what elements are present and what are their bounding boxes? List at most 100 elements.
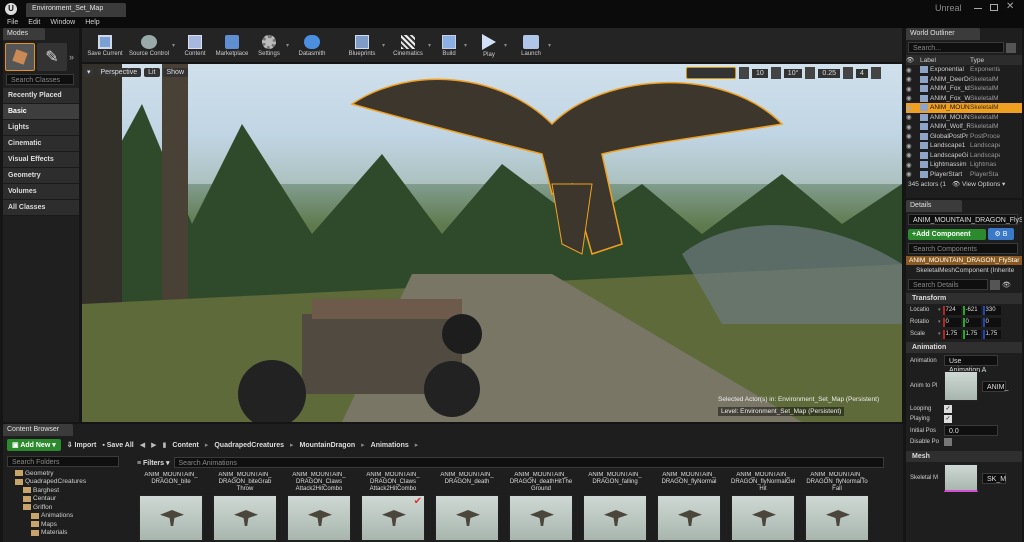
outliner-options-icon[interactable]: [1006, 42, 1016, 53]
asset-tile[interactable]: ANIM_MOUNTAIN_ DRAGON_flyNormalTo Fall: [805, 472, 869, 541]
perspective-button[interactable]: Perspective: [96, 67, 142, 77]
disable-post-checkbox[interactable]: [944, 438, 952, 446]
visibility-eye-icon[interactable]: ◉: [906, 123, 920, 131]
mesh-section[interactable]: Mesh: [906, 451, 1022, 462]
back-arrow-icon[interactable]: ◀: [140, 441, 145, 449]
grid-snap-icon[interactable]: [739, 67, 749, 79]
source-control-button[interactable]: Source Control: [126, 33, 172, 57]
search-details-input[interactable]: Search Details: [908, 279, 988, 290]
folder-item[interactable]: Maps: [7, 520, 133, 529]
visibility-eye-icon[interactable]: ◉: [906, 75, 920, 83]
asset-tile[interactable]: ANIM_MOUNTAIN_ DRAGON_death: [435, 472, 499, 541]
asset-tile[interactable]: ANIM_MOUNTAIN_ DRAGON_biteGrab Throw: [213, 472, 277, 541]
menu-help[interactable]: Help: [85, 19, 99, 26]
modes-tab[interactable]: Modes: [3, 28, 45, 40]
animation-mode-select[interactable]: Use Animation A: [944, 355, 998, 374]
anim-thumbnail[interactable]: [944, 371, 978, 401]
lit-button[interactable]: Lit: [144, 67, 160, 77]
outliner-row[interactable]: ◉ ANIM_MOUN SkeletalM: [906, 113, 1022, 123]
visibility-eye-icon[interactable]: ◉: [906, 170, 920, 178]
outliner-row[interactable]: ◉ ANIM_Fox_W SkeletalM: [906, 94, 1022, 104]
category-cinematic[interactable]: Cinematic: [3, 136, 79, 152]
category-basic[interactable]: Basic: [3, 104, 79, 120]
scale-snap-value[interactable]: 0.25: [818, 68, 841, 78]
scale-field-1[interactable]: 1.75: [962, 329, 981, 339]
folder-item[interactable]: QuadrapedCreatures: [7, 478, 133, 487]
category-volumes[interactable]: Volumes: [3, 184, 79, 200]
content-browser-tab[interactable]: Content Browser: [3, 424, 73, 436]
outliner-row[interactable]: ◉ Lightmassim Lightmas: [906, 160, 1022, 170]
outliner-row[interactable]: ◉ PlayerStart PlayerSta: [906, 170, 1022, 180]
animation-section[interactable]: Animation: [906, 342, 1022, 353]
category-all-classes[interactable]: All Classes: [3, 200, 79, 216]
place-mode-icon[interactable]: [5, 43, 35, 71]
outliner-row[interactable]: ◉ ANIM_Wolf_R SkeletalM: [906, 122, 1022, 132]
save-all-button[interactable]: ▪ Save All: [102, 442, 133, 449]
expand-modes-icon[interactable]: »: [69, 52, 74, 62]
map-tab[interactable]: Environment_Set_Map: [26, 3, 126, 17]
path-animations[interactable]: Animations: [371, 442, 409, 449]
viewport-options-button[interactable]: ▾: [84, 67, 94, 77]
search-classes-input[interactable]: Search Classes: [6, 74, 74, 85]
outliner-row[interactable]: ◉ ANIM_DeerDo SkeletalM: [906, 75, 1022, 85]
transform-mode-icons[interactable]: [686, 67, 736, 79]
maximize-button[interactable]: [990, 4, 998, 11]
location-field-0[interactable]: 724: [942, 305, 961, 315]
outliner-col-type[interactable]: Type: [970, 57, 1010, 64]
datasmith-button[interactable]: Datasmith: [292, 33, 332, 57]
folder-item[interactable]: Animations: [7, 512, 133, 521]
asset-tile[interactable]: ANIM_MOUNTAIN_ DRAGON_deathHitThe Ground: [509, 472, 573, 541]
property-matrix-icon[interactable]: [990, 279, 1000, 290]
close-button[interactable]: ✕: [1006, 1, 1014, 12]
playing-checkbox[interactable]: ✓: [944, 415, 952, 423]
cinematics-button[interactable]: Cinematics: [388, 33, 428, 57]
view-options-button[interactable]: 👁 View Options ▾: [952, 180, 1005, 188]
play-dropdown-icon[interactable]: ▾: [504, 42, 514, 49]
visibility-eye-icon[interactable]: ◉: [906, 85, 920, 93]
visibility-eye-icon[interactable]: ◉: [906, 132, 920, 140]
outliner-row[interactable]: ◉ Exponential Exponentia: [906, 65, 1022, 75]
search-components-input[interactable]: Search Components: [908, 243, 1018, 254]
location-field-1[interactable]: -621: [962, 305, 981, 315]
visibility-eye-icon[interactable]: ◉: [906, 66, 920, 74]
filters-button[interactable]: ≡ Filters ▾: [137, 459, 170, 467]
folder-item[interactable]: Geometry: [7, 469, 133, 478]
save-current-button[interactable]: Save Current: [84, 33, 126, 57]
level-viewport[interactable]: ▾ Perspective Lit Show 10 10° 0.25 4 Sel…: [82, 64, 902, 422]
location-field-2[interactable]: 330: [982, 305, 1001, 315]
category-visual-effects[interactable]: Visual Effects: [3, 152, 79, 168]
visibility-eye-icon[interactable]: ◉: [906, 113, 920, 121]
rotation-field-2[interactable]: 0: [982, 317, 1001, 327]
rotation-field-1[interactable]: 0: [962, 317, 981, 327]
import-button[interactable]: ⇩ Import: [67, 441, 97, 449]
outliner-col-label[interactable]: Label: [920, 57, 970, 64]
scale-snap-icon[interactable]: [805, 67, 816, 79]
asset-tile[interactable]: ANIM_MOUNTAIN_ DRAGON_flyNormal: [657, 472, 721, 541]
path-mountaindragon[interactable]: MountainDragon: [300, 442, 356, 449]
category-lights[interactable]: Lights: [3, 120, 79, 136]
category-geometry[interactable]: Geometry: [3, 168, 79, 184]
component-child[interactable]: SkeletalMeshComponent (Inherite: [906, 265, 1022, 276]
anim-to-play-select[interactable]: ANIM_: [982, 380, 1008, 392]
search-folders-input[interactable]: Search Folders: [7, 456, 119, 467]
visibility-eye-icon[interactable]: ◉: [906, 104, 920, 112]
angle-snap-icon[interactable]: [770, 67, 781, 79]
angle-snap-value[interactable]: 10°: [783, 68, 803, 78]
asset-tile[interactable]: ANIM_MOUNTAIN_ DRAGON_Claws Attack2HitCo…: [361, 472, 425, 541]
scale-field-0[interactable]: 1.75: [942, 329, 961, 339]
blueprints-button[interactable]: Blueprints: [342, 33, 382, 57]
skeletal-mesh-select[interactable]: SK_M: [982, 472, 1006, 484]
camera-speed-icon[interactable]: [843, 67, 854, 79]
grid-snap-value[interactable]: 10: [752, 68, 768, 78]
minimize-button[interactable]: [974, 8, 982, 9]
folder-item[interactable]: Centaur: [7, 495, 133, 504]
asset-tile[interactable]: ANIM_MOUNTAIN_ DRAGON_flyNormalGet Hit: [731, 472, 795, 541]
asset-tile[interactable]: ANIM_MOUNTAIN_ DRAGON_falling: [583, 472, 647, 541]
visibility-eye-icon[interactable]: ◉: [906, 94, 920, 102]
details-eye-icon[interactable]: 👁: [1002, 281, 1011, 289]
visibility-eye-icon[interactable]: ◉: [906, 161, 920, 169]
asset-tile[interactable]: ANIM_MOUNTAIN_ DRAGON_Claws Attack2HitCo…: [287, 472, 351, 541]
folder-item[interactable]: Barghest: [7, 486, 133, 495]
scale-field-2[interactable]: 1.75: [982, 329, 1001, 339]
blueprint-button[interactable]: ⚙ B: [988, 228, 1014, 240]
